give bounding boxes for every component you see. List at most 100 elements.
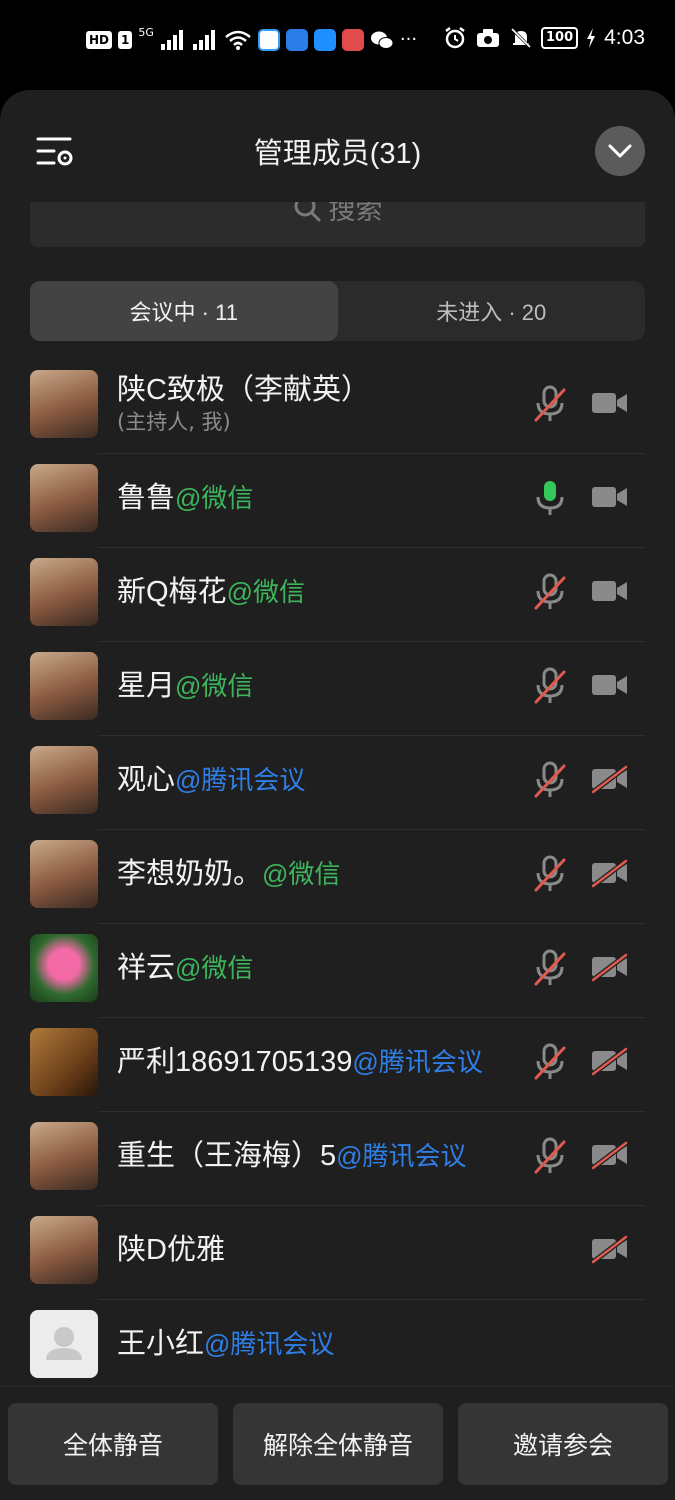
- wifi-icon: [225, 30, 251, 50]
- avatar: [30, 558, 98, 626]
- member-source: @微信: [226, 577, 305, 607]
- signal-2-icon: [192, 30, 215, 50]
- member-row[interactable]: 新Q梅花@微信: [0, 548, 675, 642]
- sim-tag: 1: [118, 31, 133, 49]
- search-icon: [294, 202, 320, 221]
- member-name: 鲁鲁: [117, 482, 176, 514]
- status-right: 100 4:03: [443, 26, 645, 50]
- member-source: @微信: [175, 671, 254, 701]
- member-source: @微信: [175, 483, 254, 513]
- member-role: (主持人, 我): [117, 410, 231, 434]
- mic-muted-icon[interactable]: [532, 948, 568, 988]
- page-title: 管理成员(31): [253, 138, 422, 170]
- member-name: 陕D优雅: [117, 1234, 225, 1266]
- camera-off-icon[interactable]: [590, 952, 630, 982]
- camera-icon[interactable]: [590, 670, 630, 700]
- member-list: 陕C致极（李献英） (主持人, 我) 鲁鲁@微信 新Q梅花@微信 星月@微信 观心@腾讯会…: [0, 360, 675, 1394]
- tab-not-joined[interactable]: 未进入 · 20: [338, 281, 646, 341]
- mic-muted-icon[interactable]: [532, 666, 568, 706]
- camera-off-icon[interactable]: [590, 858, 630, 888]
- camera-icon[interactable]: [590, 576, 630, 606]
- search-placeholder: 搜索: [328, 202, 383, 226]
- clock: 4:03: [604, 26, 645, 49]
- avatar: [30, 1122, 98, 1190]
- member-row[interactable]: 李想奶奶。@微信: [0, 830, 675, 924]
- mic-on-icon[interactable]: [532, 478, 568, 518]
- status-left: HD 1 5G ···: [86, 26, 417, 54]
- alarm-icon: [445, 27, 465, 49]
- member-name: 观心: [117, 764, 176, 796]
- member-row[interactable]: 严利18691705139@腾讯会议: [0, 1018, 675, 1112]
- hd-tag: HD: [86, 31, 113, 49]
- sheet-header: 管理成员(31): [0, 90, 675, 208]
- mic-muted-icon[interactable]: [532, 572, 568, 612]
- collapse-button[interactable]: [595, 126, 645, 176]
- member-row[interactable]: 观心@腾讯会议: [0, 736, 675, 830]
- member-row[interactable]: 星月@微信: [0, 642, 675, 736]
- wechat-icon: [370, 31, 394, 49]
- bell-off-icon: [510, 27, 532, 49]
- battery-indicator: 100: [540, 27, 579, 49]
- member-name: 李想奶奶。: [117, 858, 263, 890]
- mic-muted-icon[interactable]: [532, 1042, 568, 1082]
- avatar: [30, 840, 98, 908]
- mute-all-button[interactable]: 全体静音: [8, 1403, 218, 1485]
- member-source: @腾讯会议: [175, 765, 306, 795]
- member-row[interactable]: 王小红@腾讯会议: [0, 1300, 675, 1394]
- member-row[interactable]: 祥云@微信: [0, 924, 675, 1018]
- member-name: 新Q梅花: [117, 576, 227, 608]
- member-name: 王小红: [117, 1328, 205, 1360]
- member-row[interactable]: 陕C致极（李献英） (主持人, 我): [0, 360, 675, 454]
- default-avatar-icon: [46, 1327, 82, 1360]
- network-type-label: 5G: [138, 26, 154, 39]
- member-name: 祥云: [117, 952, 176, 984]
- avatar: [30, 370, 98, 438]
- status-bar: HD 1 5G ··· 100 4:03: [0, 0, 675, 84]
- member-source: @腾讯会议: [336, 1141, 467, 1171]
- unmute-all-button[interactable]: 解除全体静音: [233, 1403, 443, 1485]
- more-icon: ···: [399, 29, 418, 50]
- mic-muted-icon[interactable]: [532, 1136, 568, 1176]
- mic-muted-icon[interactable]: [532, 854, 568, 894]
- avatar: [30, 934, 98, 1002]
- member-name: 严利18691705139: [117, 1046, 353, 1078]
- app-icon: [313, 29, 336, 51]
- tab-in-meeting[interactable]: 会议中 · 11: [30, 281, 338, 341]
- avatar: [30, 1216, 98, 1284]
- member-source: @腾讯会议: [204, 1329, 335, 1359]
- camera-off-icon[interactable]: [590, 764, 630, 794]
- avatar: [30, 652, 98, 720]
- camera-off-icon[interactable]: [590, 1046, 630, 1076]
- app-icon: [341, 29, 364, 51]
- member-name: 重生（王海梅）5: [117, 1140, 337, 1172]
- avatar: [30, 464, 98, 532]
- member-tabs: 会议中 · 11 未进入 · 20: [30, 281, 645, 341]
- chevron-down-icon: [608, 144, 632, 158]
- camera-icon[interactable]: [590, 388, 630, 418]
- member-row[interactable]: 鲁鲁@微信: [0, 454, 675, 548]
- member-row[interactable]: 重生（王海梅）5@腾讯会议: [0, 1112, 675, 1206]
- member-source: @微信: [175, 953, 254, 983]
- app-icon: [257, 29, 280, 51]
- member-source: @微信: [262, 859, 341, 889]
- member-source: @腾讯会议: [352, 1047, 483, 1077]
- avatar: [30, 746, 98, 814]
- avatar: [30, 1310, 98, 1378]
- camera-off-icon[interactable]: [590, 1140, 630, 1170]
- invite-button[interactable]: 邀请参会: [458, 1403, 668, 1485]
- mic-muted-icon[interactable]: [532, 384, 568, 424]
- mic-muted-icon[interactable]: [532, 760, 568, 800]
- avatar: [30, 1028, 98, 1096]
- member-row[interactable]: 陕D优雅: [0, 1206, 675, 1300]
- charging-icon: [587, 28, 596, 48]
- search-input[interactable]: 搜索: [30, 202, 645, 247]
- bottom-action-bar: 全体静音 解除全体静音 邀请参会: [0, 1386, 675, 1500]
- camera-icon: [476, 29, 499, 47]
- camera-off-icon[interactable]: [590, 1234, 630, 1264]
- camera-icon[interactable]: [590, 482, 630, 512]
- signal-icon: [160, 30, 183, 50]
- member-name: 星月: [117, 670, 176, 702]
- member-name: 陕C致极（李献英）: [117, 374, 370, 406]
- app-icon: [285, 29, 308, 51]
- manage-members-sheet: 管理成员(31) 搜索 会议中 · 11 未进入 · 20 陕C致极（李献英） (…: [0, 90, 675, 1500]
